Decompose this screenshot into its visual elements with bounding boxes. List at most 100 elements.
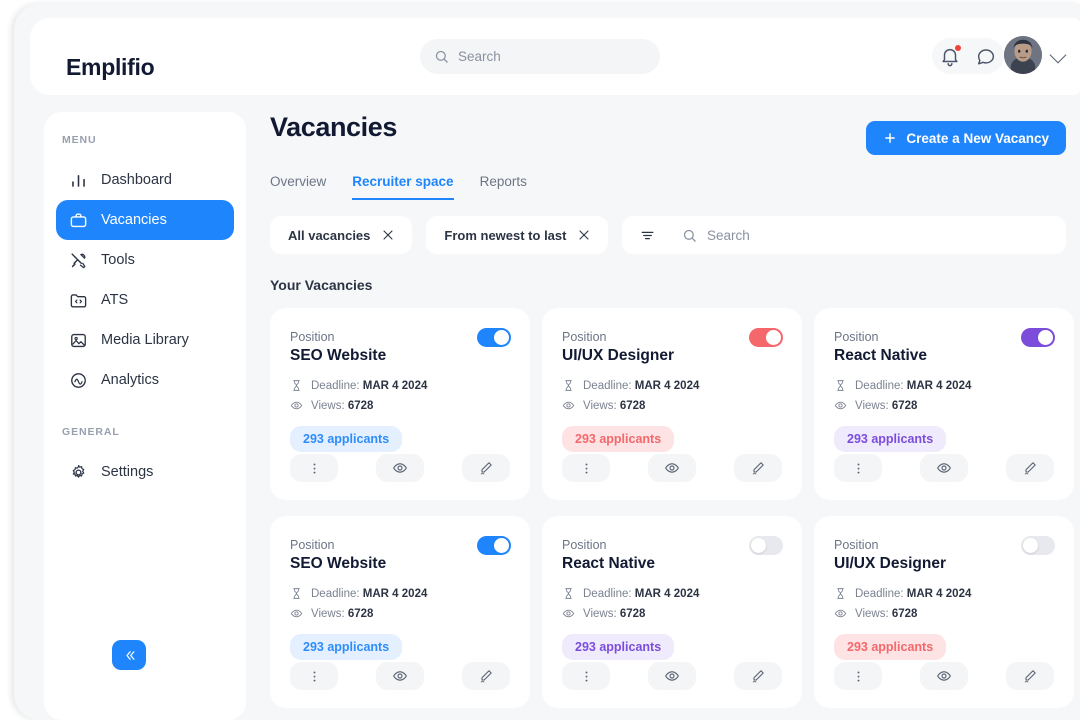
eye-icon: [937, 671, 951, 681]
top-bar: Emplifio Search: [30, 18, 1080, 95]
pencil-icon: [752, 462, 764, 475]
bar-chart-icon: [72, 174, 85, 187]
vacancy-status-toggle[interactable]: [1021, 536, 1055, 555]
vacancy-preview-button[interactable]: [376, 454, 424, 482]
sidebar-item-tools[interactable]: Tools: [56, 240, 234, 280]
vacancy-title: SEO Website: [290, 347, 387, 364]
filter-chip-all-vacancies-label: All vacancies: [288, 227, 371, 243]
vacancy-applicants-badge[interactable]: 293 applicants: [290, 634, 403, 660]
views-prefix: Views:: [583, 399, 617, 412]
vacancy-title: React Native: [834, 347, 928, 364]
vacancy-preview-button[interactable]: [648, 454, 696, 482]
vacancy-edit-button[interactable]: [1006, 662, 1054, 690]
tools-icon: [71, 252, 86, 268]
sidebar-item-dashboard[interactable]: Dashboard: [56, 160, 234, 200]
tab-overview[interactable]: Overview: [270, 174, 326, 200]
vacancy-applicants-badge[interactable]: 293 applicants: [834, 634, 947, 660]
vacancy-more-button[interactable]: [834, 454, 882, 482]
vacancy-edit-button[interactable]: [734, 662, 782, 690]
vacancy-applicants-badge[interactable]: 293 applicants: [290, 426, 403, 452]
vacancy-status-toggle[interactable]: [1021, 328, 1055, 347]
vacancy-title: SEO Website: [290, 555, 387, 572]
vacancy-search-input[interactable]: Search: [666, 216, 1066, 254]
sidebar-item-vacancies[interactable]: Vacancies: [56, 200, 234, 240]
vacancy-views-row: Views: 6728: [290, 607, 510, 620]
vacancy-edit-button[interactable]: [734, 454, 782, 482]
section-title-your-vacancies: Your Vacancies: [270, 277, 373, 293]
vacancy-applicants-badge[interactable]: 293 applicants: [834, 426, 947, 452]
toggle-knob: [1023, 538, 1038, 553]
vacancy-preview-button[interactable]: [376, 662, 424, 690]
vacancy-card[interactable]: Position UI/UX Designer Deadline: MAR 4 …: [542, 308, 802, 500]
close-icon[interactable]: [578, 229, 590, 241]
pencil-icon: [480, 462, 492, 475]
search-icon: [435, 50, 448, 63]
hourglass-icon: [293, 380, 300, 391]
tab-recruiter-space[interactable]: Recruiter space: [352, 174, 454, 200]
vacancy-status-toggle[interactable]: [749, 328, 783, 347]
avatar[interactable]: [1004, 36, 1042, 74]
vacancy-more-button[interactable]: [834, 662, 882, 690]
sidebar-label-media-library: Media Library: [101, 332, 189, 348]
vacancy-preview-button[interactable]: [920, 662, 968, 690]
filter-chip-sort-order[interactable]: From newest to last: [426, 216, 609, 254]
folder-code-icon: [70, 293, 87, 308]
vacancy-views-row: Views: 6728: [834, 399, 1054, 412]
vacancy-deadline-value: MAR 4 2024: [634, 379, 700, 392]
notification-badge-dot: [955, 45, 961, 51]
hourglass-icon: [837, 380, 844, 391]
vacancy-card[interactable]: Position SEO Website Deadline: MAR 4 202…: [270, 308, 530, 500]
profile-chevron-down-icon[interactable]: [1049, 46, 1067, 64]
vacancy-more-button[interactable]: [290, 454, 338, 482]
vacancy-card[interactable]: Position UI/UX Designer Deadline: MAR 4 …: [814, 516, 1074, 708]
eye-icon: [665, 671, 679, 681]
vacancy-card[interactable]: Position React Native Deadline: MAR 4 20…: [542, 516, 802, 708]
vacancy-more-button[interactable]: [290, 662, 338, 690]
sidebar-item-media-library[interactable]: Media Library: [56, 320, 234, 360]
create-new-vacancy-button[interactable]: Create a New Vacancy: [866, 121, 1066, 155]
sidebar-collapse-button[interactable]: [112, 640, 146, 670]
notifications-button[interactable]: [939, 45, 961, 67]
vacancy-card[interactable]: Position React Native Deadline: MAR 4 20…: [814, 308, 1074, 500]
deadline-prefix: Deadline:: [311, 379, 360, 392]
image-icon: [71, 333, 86, 347]
sidebar-item-ats[interactable]: ATS: [56, 280, 234, 320]
close-icon[interactable]: [382, 229, 394, 241]
chat-icon: [977, 49, 995, 65]
sidebar-general-label: GENERAL: [62, 426, 120, 438]
vacancy-preview-button[interactable]: [920, 454, 968, 482]
sidebar-menu-label: MENU: [62, 134, 97, 146]
pencil-icon: [480, 670, 492, 683]
vacancy-applicants-badge[interactable]: 293 applicants: [562, 634, 675, 660]
vacancy-edit-button[interactable]: [462, 454, 510, 482]
sidebar-item-settings[interactable]: Settings: [56, 452, 234, 492]
filter-lines-icon: [642, 231, 654, 239]
views-prefix: Views:: [855, 399, 889, 412]
tab-reports[interactable]: Reports: [480, 174, 527, 200]
sidebar-item-analytics[interactable]: Analytics: [56, 360, 234, 400]
vacancy-status-toggle[interactable]: [477, 536, 511, 555]
search-icon: [683, 229, 696, 242]
vacancy-status-toggle[interactable]: [477, 328, 511, 347]
vacancy-title: React Native: [562, 555, 656, 572]
filter-chip-all-vacancies[interactable]: All vacancies: [270, 216, 413, 254]
vacancy-deadline-row: Deadline: MAR 4 2024: [290, 379, 510, 392]
views-prefix: Views:: [583, 607, 617, 620]
vacancy-action-bar: [562, 454, 782, 482]
toggle-knob: [1038, 330, 1053, 345]
vacancy-edit-button[interactable]: [1006, 454, 1054, 482]
vertical-dots-icon: [857, 671, 859, 681]
global-search-input[interactable]: Search: [420, 39, 660, 74]
hourglass-icon: [293, 588, 300, 599]
messages-button[interactable]: [975, 45, 997, 67]
vacancy-edit-button[interactable]: [462, 662, 510, 690]
vacancy-applicants-badge[interactable]: 293 applicants: [562, 426, 675, 452]
vacancy-card[interactable]: Position SEO Website Deadline: MAR 4 202…: [270, 516, 530, 708]
vacancy-more-button[interactable]: [562, 662, 610, 690]
vacancy-action-bar: [834, 454, 1054, 482]
vertical-dots-icon: [313, 463, 315, 473]
vacancy-status-toggle[interactable]: [749, 536, 783, 555]
vacancy-more-button[interactable]: [562, 454, 610, 482]
vacancy-preview-button[interactable]: [648, 662, 696, 690]
hourglass-icon: [565, 588, 572, 599]
